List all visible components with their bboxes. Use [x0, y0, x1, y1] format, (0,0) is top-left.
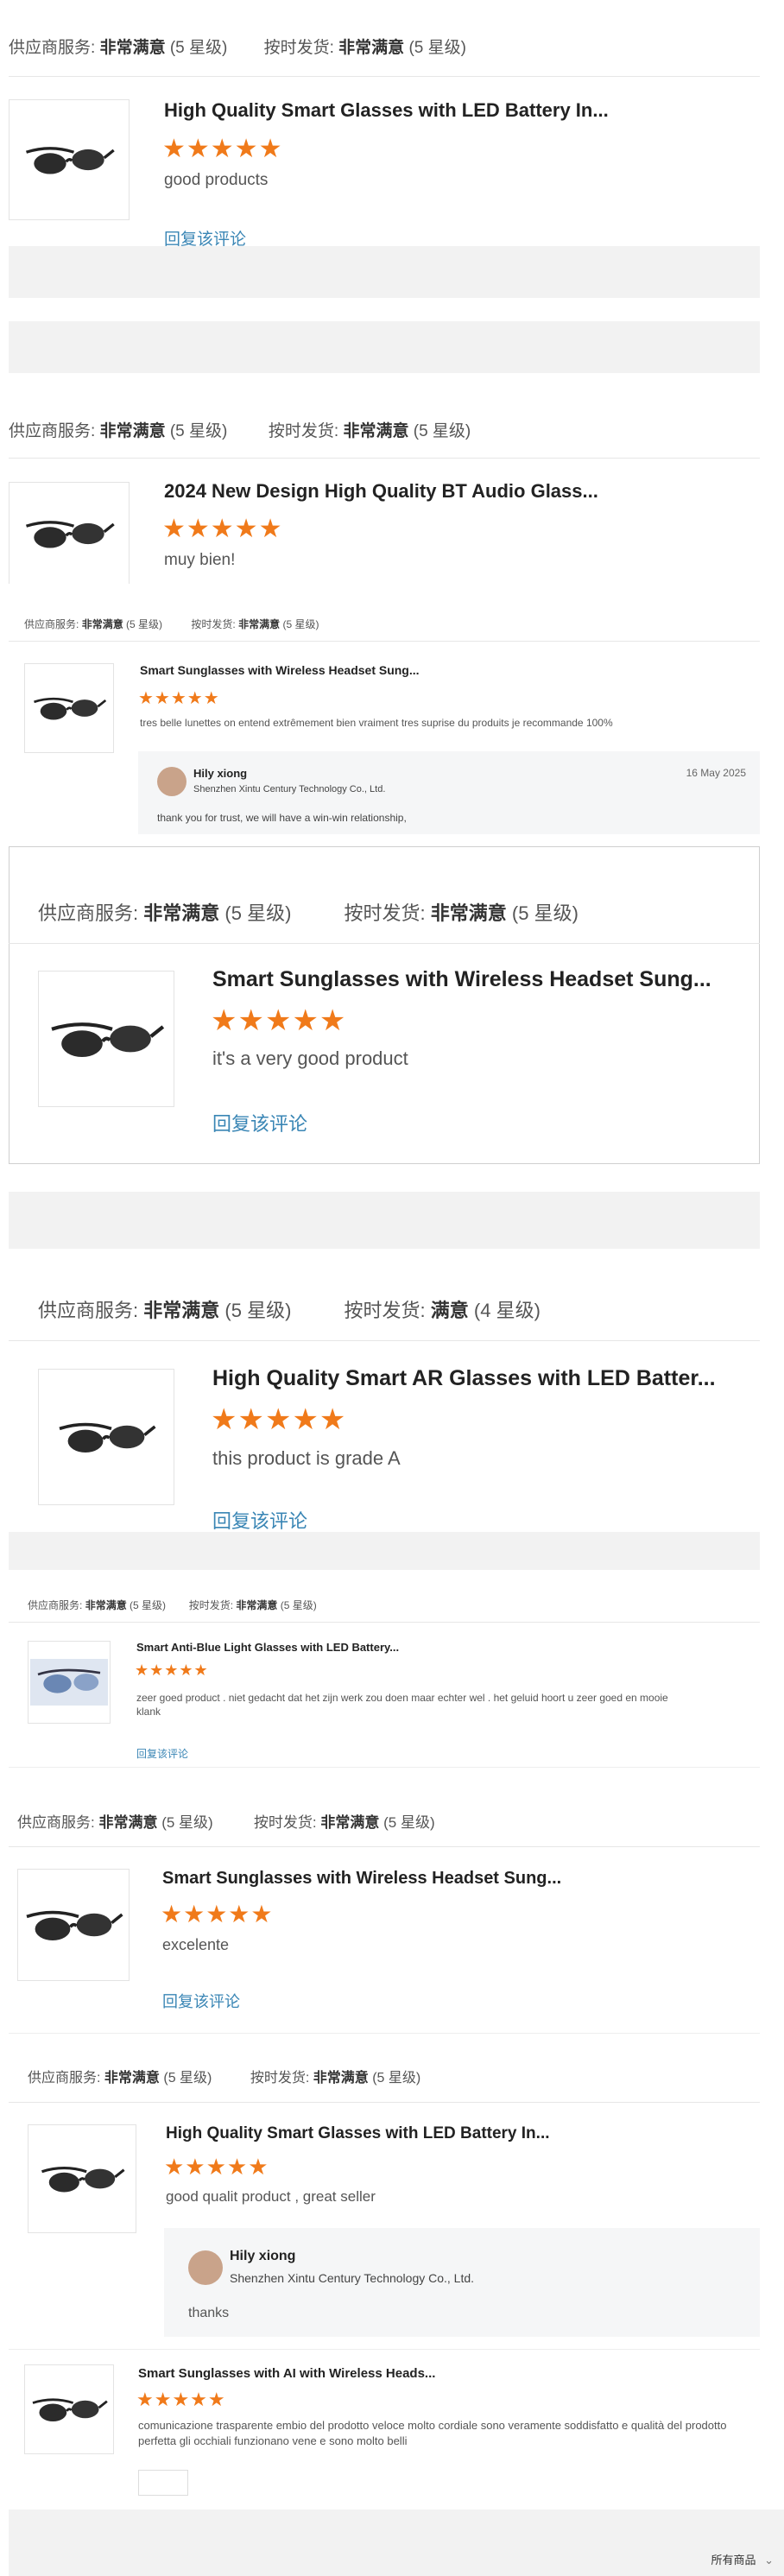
seller-company: Shenzhen Xintu Century Technology Co., L… — [230, 2271, 475, 2285]
divider — [9, 1622, 760, 1623]
seller-reply-box: Hily xiong Shenzhen Xintu Century Techno… — [164, 2228, 760, 2337]
product-title[interactable]: Smart Sunglasses with AI with Wireless H… — [138, 2366, 435, 2381]
reply-review-link[interactable]: 回复该评论 — [136, 1746, 188, 1761]
all-products-label: 所有商品 — [711, 2554, 756, 2567]
rating-stars: ★★★★★ — [135, 1661, 209, 1679]
product-thumbnail[interactable] — [28, 1641, 111, 1724]
review-6-ratings: 供应商服务: 非常满意 (5 星级) 按时发货: 非常满意 (5 星级) — [28, 1599, 317, 1611]
rating-stars: ★★★★★ — [161, 1901, 274, 1927]
footer-band — [9, 2510, 784, 2576]
divider — [9, 2349, 760, 2350]
rating-stars: ★★★★★ — [211, 1004, 347, 1037]
rating-stars: ★★★★★ — [162, 135, 283, 163]
supplier-service-stars: (5 星级) — [169, 39, 228, 57]
glasses-icon — [22, 1894, 125, 1956]
review-comment: excelente — [162, 1936, 230, 1953]
review-comment: zeer goed product . niet gedacht dat het… — [136, 1692, 668, 1718]
product-thumbnail[interactable] — [9, 482, 130, 584]
seller-reply-text: thank you for trust, we will have a win-… — [157, 812, 407, 824]
rating-stars: ★★★★★ — [162, 515, 283, 543]
rating-stars: ★★★★★ — [164, 2154, 269, 2180]
shipping-label: 按时发货: — [263, 39, 334, 57]
glasses-icon — [22, 130, 117, 190]
divider — [9, 76, 760, 77]
review-5-ratings: 供应商服务: 非常满意 (5 星级) 按时发货: 满意 (4 星级) — [38, 1300, 541, 1321]
rating-stars: ★★★★★ — [138, 689, 220, 708]
chevron-down-icon: ⌄ — [764, 2554, 774, 2567]
product-thumbnail[interactable] — [24, 663, 114, 753]
product-title[interactable]: Smart Sunglasses with Wireless Headset S… — [212, 967, 711, 992]
supplier-service-label: 供应商服务: — [9, 39, 96, 57]
review-comment: this product is grade A — [212, 1447, 401, 1469]
divider — [9, 1767, 760, 1768]
product-thumbnail[interactable] — [17, 1869, 130, 1981]
glasses-icon — [37, 2152, 127, 2206]
seller-reply-text: thanks — [188, 2306, 230, 2320]
glasses-icon — [54, 1406, 158, 1468]
review-comment: tres belle lunettes on entend extrêmemen… — [140, 717, 613, 729]
reply-date: 16 May 2025 — [686, 767, 746, 779]
section-band — [9, 1532, 760, 1570]
shipping-stars: (5 星级) — [408, 39, 466, 57]
review-1-ratings: 供应商服务: 非常满意 (5 星级) 按时发货: 非常满意 (5 星级) — [9, 35, 466, 58]
seller-avatar — [157, 767, 187, 796]
seller-company: Shenzhen Xintu Century Technology Co., L… — [193, 784, 386, 794]
section-band — [9, 246, 760, 298]
product-thumbnail[interactable] — [28, 2124, 136, 2233]
divider — [9, 1846, 760, 1847]
product-title[interactable]: High Quality Smart Glasses with LED Batt… — [166, 2124, 550, 2143]
divider — [9, 943, 760, 944]
seller-reply-box: Hily xiong Shenzhen Xintu Century Techno… — [138, 751, 760, 834]
seller-avatar — [188, 2250, 223, 2285]
review-4-ratings: 供应商服务: 非常满意 (5 星级) 按时发货: 非常满意 (5 星级) — [38, 902, 579, 924]
divider — [9, 2102, 760, 2103]
product-title[interactable]: Smart Sunglasses with Wireless Headset S… — [162, 1869, 561, 1889]
product-title[interactable]: 2024 New Design High Quality BT Audio Gl… — [164, 480, 598, 503]
seller-name: Hily xiong — [230, 2249, 296, 2263]
product-thumbnail[interactable] — [38, 971, 174, 1107]
product-title[interactable]: Smart Sunglasses with Wireless Headset S… — [140, 663, 420, 677]
review-comment: muy bien! — [164, 551, 236, 569]
reply-review-link[interactable]: 回复该评论 — [162, 1990, 240, 2012]
review-image-thumb[interactable] — [138, 2470, 188, 2496]
glasses-icon — [22, 503, 117, 564]
product-thumbnail[interactable] — [9, 99, 130, 220]
all-products-dropdown[interactable]: 所有商品 ⌄ — [711, 2551, 774, 2567]
supplier-service-value: 非常满意 — [99, 39, 166, 57]
divider — [9, 641, 760, 642]
rating-stars: ★★★★★ — [211, 1403, 347, 1436]
shipping-value: 非常满意 — [338, 39, 405, 57]
product-title[interactable]: Smart Anti-Blue Light Glasses with LED B… — [136, 1641, 399, 1654]
glasses-icon — [28, 2385, 110, 2434]
glasses-icon — [46, 1003, 167, 1075]
divider — [9, 458, 760, 459]
review-2-ratings: 供应商服务: 非常满意 (5 星级) 按时发货: 非常满意 (5 星级) — [9, 422, 471, 440]
reply-review-link[interactable]: 回复该评论 — [212, 1506, 307, 1534]
reply-review-link[interactable]: 回复该评论 — [212, 1109, 307, 1136]
review-8-ratings: 供应商服务: 非常满意 (5 星级) 按时发货: 非常满意 (5 星级) — [28, 2071, 421, 2085]
divider — [9, 1340, 760, 1341]
product-thumbnail[interactable] — [38, 1369, 174, 1505]
review-comment: good products — [164, 171, 269, 189]
review-comment: good qualit product , great seller — [166, 2188, 376, 2205]
rating-stars: ★★★★★ — [136, 2389, 226, 2410]
section-band — [9, 321, 760, 373]
review-3-ratings: 供应商服务: 非常满意 (5 星级) 按时发货: 非常满意 (5 星级) — [24, 618, 319, 630]
section-band — [9, 1192, 760, 1249]
product-title[interactable]: High Quality Smart Glasses with LED Batt… — [164, 99, 609, 122]
review-7-ratings: 供应商服务: 非常满意 (5 星级) 按时发货: 非常满意 (5 星级) — [17, 1814, 435, 1831]
product-thumbnail[interactable] — [24, 2364, 114, 2454]
glasses-icon — [30, 1648, 108, 1717]
divider — [9, 2033, 760, 2034]
seller-name: Hily xiong — [193, 767, 248, 780]
review-comment: comunicazione trasparente embio del prod… — [138, 2419, 727, 2447]
glasses-icon — [30, 684, 108, 732]
product-title[interactable]: High Quality Smart AR Glasses with LED B… — [212, 1366, 716, 1391]
review-comment: it's a very good product — [212, 1047, 408, 1069]
